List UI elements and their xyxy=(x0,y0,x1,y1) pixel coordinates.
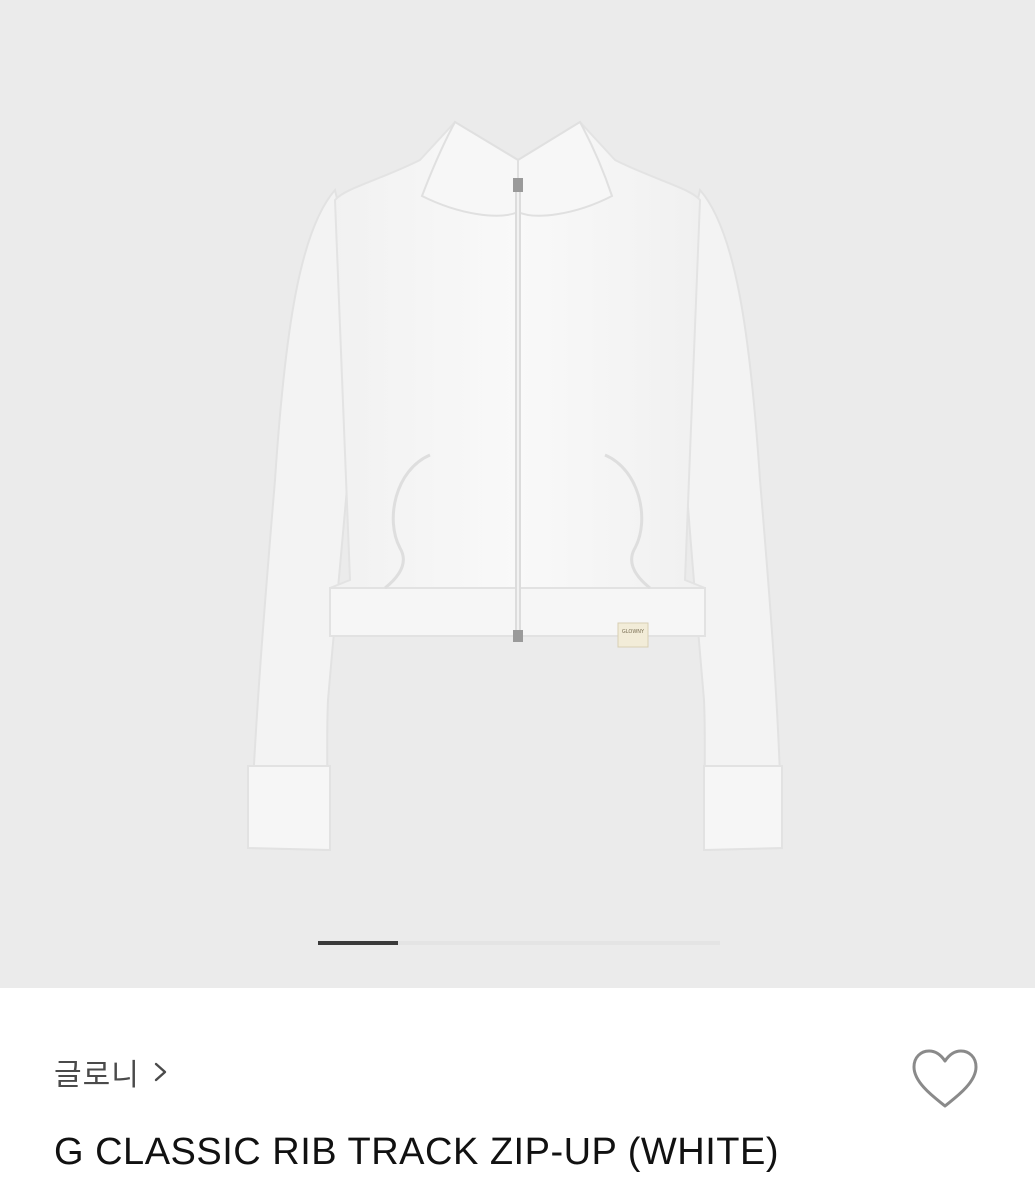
gallery-pager-indicator xyxy=(318,941,399,945)
brand-name: 글로니 xyxy=(54,1058,140,1093)
product-image-gallery[interactable]: GLOWNY xyxy=(0,0,1035,988)
chevron-right-icon xyxy=(154,1062,167,1082)
label-tag-text: GLOWNY xyxy=(622,629,645,635)
brand-link[interactable]: 글로니 xyxy=(54,1050,170,1094)
product-info: 글로니 G CLASSIC RIB TRACK ZIP-UP (WHITE) xyxy=(0,988,1035,1200)
heart-outline-icon[interactable] xyxy=(908,1046,982,1112)
product-image: GLOWNY xyxy=(247,120,784,852)
gallery-pager xyxy=(318,941,720,945)
product-title: G CLASSIC RIB TRACK ZIP-UP (WHITE) xyxy=(54,1131,780,1173)
product-detail-page: GLOWNY 글로니 G CLASSIC RIB TRACK ZIP-UP (W… xyxy=(0,0,1035,1200)
